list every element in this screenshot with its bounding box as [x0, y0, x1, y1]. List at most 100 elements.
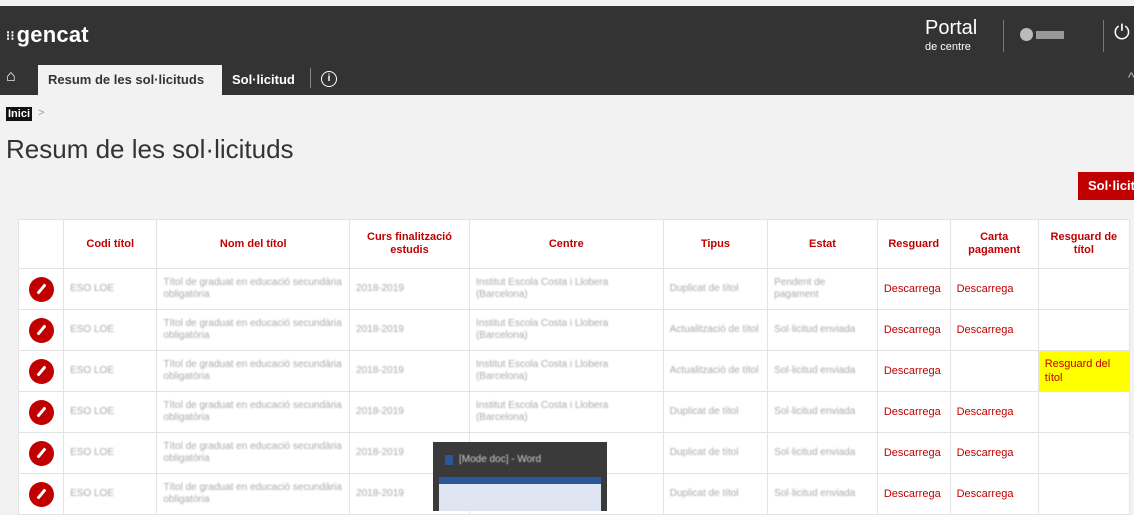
portal-title-main: Portal: [925, 17, 978, 39]
codi-cell: ESO LOE: [63, 473, 158, 515]
pencil-icon[interactable]: [28, 317, 54, 343]
divider: [1003, 20, 1004, 52]
centre-cell: Institut Escola Costa i Llobera (Barcelo…: [468, 350, 664, 392]
pencil-icon[interactable]: [28, 399, 54, 425]
preview-title: [Mode doc] - Word: [459, 454, 542, 465]
divider: [1103, 20, 1104, 52]
codi-cell: ESO LOE: [63, 391, 158, 433]
estat-cell: Sol·licitud enviada: [767, 309, 878, 351]
edit-cell: [17, 309, 65, 351]
pencil-icon[interactable]: [28, 481, 54, 507]
column-header: Carta pagament: [949, 219, 1039, 269]
tipus-cell: Duplicat de títol: [662, 268, 769, 310]
info-icon[interactable]: i: [321, 71, 337, 87]
edit-cell: [17, 350, 65, 392]
estat-cell: Pendent de pagament: [767, 268, 878, 310]
resguard-link[interactable]: Descarrega: [876, 432, 951, 474]
pencil-icon[interactable]: [28, 276, 54, 302]
user-name: [1036, 30, 1064, 39]
divider: [310, 68, 311, 88]
centre-cell: Institut Escola Costa i Llobera (Barcelo…: [468, 268, 664, 310]
tab-resum[interactable]: Resum de les sol·licituds: [38, 65, 222, 95]
carta-link[interactable]: Descarrega: [949, 391, 1039, 433]
table-header: Codi títol Nom del títol Curs finalitzac…: [17, 219, 1131, 269]
resguard-titol-cell: [1037, 309, 1131, 351]
user-menu[interactable]: [1020, 26, 1064, 42]
table-row: ESO LOE Títol de graduat en educació sec…: [17, 309, 1131, 351]
new-request-button[interactable]: Sol·licita: [1078, 172, 1134, 200]
edit-cell: [17, 268, 65, 310]
pencil-icon[interactable]: [28, 440, 54, 466]
estat-cell: Sol·licitud enviada: [767, 391, 878, 433]
tipus-cell: Actualització de títol: [662, 350, 769, 392]
nom-cell: Títol de graduat en educació secundària …: [156, 391, 351, 433]
resguard-titol-cell: [1037, 391, 1131, 433]
user-icon: [1020, 28, 1033, 42]
breadcrumb-home[interactable]: Inici: [6, 107, 33, 121]
resguard-link[interactable]: Descarrega: [876, 391, 951, 433]
resguard-link[interactable]: Descarrega: [876, 473, 951, 515]
nom-cell: Títol de graduat en educació secundària …: [156, 432, 351, 474]
tipus-cell: Duplicat de títol: [662, 432, 769, 474]
tipus-cell: Duplicat de títol: [662, 391, 769, 433]
taskbar-window-preview[interactable]: [Mode doc] - Word: [433, 442, 607, 511]
tipus-cell: Duplicat de títol: [662, 473, 769, 515]
column-header: Resguard: [876, 219, 951, 269]
carta-link[interactable]: [949, 350, 1039, 392]
edit-cell: [17, 432, 65, 474]
page-title: Resum de les sol·licituds: [6, 134, 294, 164]
centre-cell: Institut Escola Costa i Llobera (Barcelo…: [468, 391, 664, 433]
top-header: ⁝⁝gencat Portal de centre ⏻: [0, 6, 1134, 59]
logo-text: gencat: [16, 22, 89, 47]
resguard-titol-cell: [1037, 268, 1131, 310]
column-header: Curs finalització estudis: [349, 219, 470, 269]
column-header: Nom del títol: [156, 219, 351, 269]
carta-link[interactable]: Descarrega: [949, 268, 1039, 310]
tipus-cell: Actualització de títol: [662, 309, 769, 351]
codi-cell: ESO LOE: [63, 350, 158, 392]
column-header: Codi títol: [63, 219, 158, 269]
word-icon: [445, 455, 453, 465]
column-header: Resguard de títol: [1037, 219, 1131, 269]
resguard-titol-cell: [1037, 432, 1131, 474]
home-icon[interactable]: ⌂: [6, 68, 16, 86]
resguard-link[interactable]: Descarrega: [876, 268, 951, 310]
table-row: ESO LOE Títol de graduat en educació sec…: [17, 350, 1131, 392]
column-header: Centre: [468, 219, 664, 269]
preview-thumbnail: [439, 477, 601, 511]
column-header: [17, 219, 65, 269]
pencil-icon[interactable]: [28, 358, 54, 384]
column-header: Tipus: [662, 219, 769, 269]
nom-cell: Títol de graduat en educació secundària …: [156, 309, 351, 351]
edit-cell: [17, 391, 65, 433]
table-row: ESO LOE Títol de graduat en educació sec…: [17, 391, 1131, 433]
chevron-icon: ^: [1128, 69, 1134, 85]
curs-cell: 2018-2019: [349, 268, 470, 310]
estat-cell: Sol·licitud enviada: [767, 473, 878, 515]
nom-cell: Títol de graduat en educació secundària …: [156, 350, 351, 392]
nom-cell: Títol de graduat en educació secundària …: [156, 268, 351, 310]
table-row: ESO LOE Títol de graduat en educació sec…: [17, 268, 1131, 310]
gencat-logo[interactable]: ⁝⁝gencat: [6, 22, 89, 48]
curs-cell: 2018-2019: [349, 391, 470, 433]
carta-link[interactable]: Descarrega: [949, 309, 1039, 351]
resguard-link[interactable]: Descarrega: [876, 309, 951, 351]
portal-title: Portal de centre: [925, 18, 977, 53]
estat-cell: Sol·licitud enviada: [767, 350, 878, 392]
column-header: Estat: [767, 219, 878, 269]
breadcrumb-separator: >: [38, 107, 45, 119]
carta-link[interactable]: Descarrega: [949, 473, 1039, 515]
portal-title-sub: de centre: [925, 41, 971, 53]
estat-cell: Sol·licitud enviada: [767, 432, 878, 474]
carta-link[interactable]: Descarrega: [949, 432, 1039, 474]
nom-cell: Títol de graduat en educació secundària …: [156, 473, 351, 515]
tab-sollicitud[interactable]: Sol·licitud: [222, 65, 310, 95]
codi-cell: ESO LOE: [63, 432, 158, 474]
centre-cell: Institut Escola Costa i Llobera (Barcelo…: [468, 309, 664, 351]
tab-bar: ⌂ Resum de les sol·licituds Sol·licitud …: [0, 59, 1134, 95]
resguard-titol-link[interactable]: Resguard del títol: [1037, 350, 1131, 392]
codi-cell: ESO LOE: [63, 268, 158, 310]
edit-cell: [17, 473, 65, 515]
power-icon[interactable]: ⏻: [1114, 22, 1130, 45]
resguard-link[interactable]: Descarrega: [876, 350, 951, 392]
